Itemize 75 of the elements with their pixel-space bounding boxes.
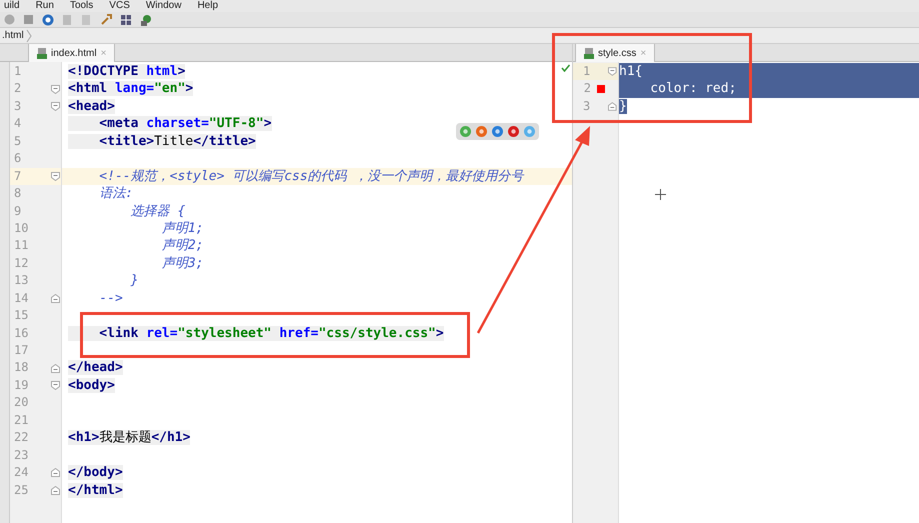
menu-item[interactable]: VCS [109, 0, 130, 12]
circle-icon[interactable] [4, 14, 15, 25]
code-line: <meta charset="UTF-8"> [68, 116, 272, 132]
browser-icon[interactable] [459, 125, 472, 138]
line-number: 17 [14, 342, 28, 359]
line-number: 1 [582, 63, 590, 80]
line-number: 8 [14, 185, 22, 202]
editor-tab[interactable]: index.html × [28, 44, 116, 62]
browser-icon[interactable] [507, 125, 520, 138]
fold-marker-icon[interactable] [51, 381, 60, 390]
line-number: 3 [582, 98, 590, 115]
fold-marker-icon[interactable] [608, 67, 617, 76]
stop-icon[interactable] [23, 14, 34, 25]
line-number: 4 [14, 115, 22, 132]
file-icon [37, 48, 47, 58]
code-line: 声明2; [160, 238, 204, 254]
browser-icon[interactable] [491, 125, 504, 138]
fold-marker-icon[interactable] [51, 294, 60, 303]
code-line: 声明1; [160, 220, 204, 236]
line-number: 18 [14, 359, 28, 376]
editor-tab[interactable]: style.css × [575, 44, 656, 62]
fold-marker-icon[interactable] [51, 468, 60, 478]
line-number: 13 [14, 272, 28, 290]
line-number: 19 [14, 376, 28, 394]
code-line: <title>Title</title> [68, 134, 256, 149]
chevron-icon [26, 28, 32, 42]
browser-icon[interactable] [475, 125, 488, 138]
line-number: 3 [14, 98, 22, 115]
fold-marker-icon[interactable] [51, 486, 60, 495]
crosshair-icon [655, 189, 666, 200]
code-line: <!DOCTYPE html> [68, 64, 186, 79]
check-icon [561, 64, 570, 72]
fold-marker-icon[interactable] [51, 364, 60, 373]
wrench-icon[interactable] [100, 14, 112, 26]
code-line: <h1>我是标题</h1> [68, 430, 190, 446]
code-line: 声明3; [160, 256, 204, 271]
menu-item[interactable]: Help [197, 0, 218, 12]
line-number: 20 [14, 394, 28, 412]
browser-icon[interactable] [523, 125, 536, 138]
fold-marker-icon[interactable] [51, 84, 60, 94]
fold-marker-icon[interactable] [51, 102, 60, 112]
line-number: 14 [14, 290, 28, 307]
line-number: 16 [14, 324, 28, 342]
line-number: 2 [14, 80, 22, 98]
code-line: <html lang="en"> [68, 81, 194, 96]
code-line: 语法: [98, 186, 134, 202]
file-icon [584, 48, 594, 58]
line-number: 12 [14, 254, 28, 272]
menu-item[interactable]: uild [4, 0, 20, 12]
menu-item[interactable]: Tools [70, 0, 94, 12]
line-number: 23 [14, 446, 28, 464]
line-number: 21 [14, 412, 28, 429]
menu-item[interactable]: Run [36, 0, 54, 12]
code-line: --> [98, 290, 123, 306]
line-number: 5 [14, 132, 22, 150]
grid-icon[interactable] [120, 14, 132, 26]
code-line: <link rel="stylesheet" href="css/style.css"> [68, 326, 444, 341]
line-number: 1 [14, 63, 22, 80]
code-line: 选择器 { [130, 204, 186, 218]
line-number: 9 [14, 202, 22, 220]
line-number: 6 [14, 150, 22, 168]
line-number: 10 [14, 220, 28, 237]
line-number: 15 [14, 307, 28, 324]
line-number: 7 [14, 168, 22, 185]
line-number: 2 [582, 80, 591, 98]
line-number: 24 [14, 464, 28, 482]
line-number: 25 [14, 482, 28, 498]
code-line: } [130, 273, 138, 288]
fold-marker-icon[interactable] [51, 172, 60, 181]
code-line: <!--规范，<style> 可以编写css的代码 ，没一个声明，最好使用分号 [98, 168, 524, 184]
menu-item[interactable]: Window [146, 0, 182, 12]
fold-marker-icon[interactable] [608, 102, 617, 112]
line-number: 22 [14, 429, 28, 446]
breadcrumb[interactable]: .html [0, 28, 26, 43]
line-number: 11 [14, 237, 28, 254]
